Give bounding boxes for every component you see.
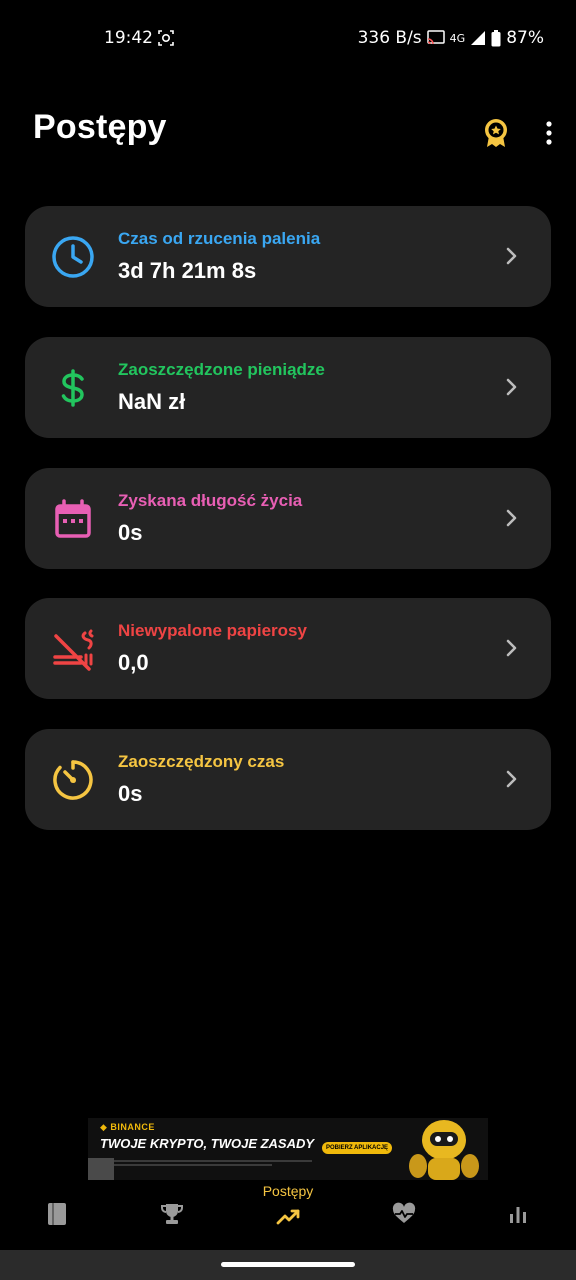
chevron-right-icon bbox=[506, 770, 517, 788]
robot-mascot-icon bbox=[409, 1120, 479, 1180]
calendar-icon bbox=[55, 499, 91, 538]
network-type: 4G bbox=[449, 31, 466, 45]
nav-journal[interactable] bbox=[17, 1180, 97, 1250]
timer-icon bbox=[53, 760, 93, 800]
ad-headline: TWOJE KRYPTO, TWOJE ZASADY bbox=[100, 1136, 315, 1151]
ad-choices-icon[interactable] bbox=[88, 1158, 114, 1180]
signal-icon bbox=[471, 31, 486, 45]
card-value: 0s bbox=[118, 520, 143, 545]
card-value: 0s bbox=[118, 781, 143, 806]
chevron-right-icon bbox=[506, 509, 517, 527]
card-title: Zaoszczędzony czas bbox=[118, 752, 285, 771]
card-life-gained[interactable]: Zyskana długość życia 0s bbox=[25, 468, 551, 569]
chevron-right-icon bbox=[506, 639, 517, 657]
card-value: 0,0 bbox=[118, 650, 149, 675]
card-time-saved[interactable]: Zaoszczędzony czas 0s bbox=[25, 729, 551, 830]
status-indicators: 336 B/s 4G 87% bbox=[358, 28, 544, 48]
card-value: 3d 7h 21m 8s bbox=[118, 258, 257, 283]
no-smoking-icon bbox=[53, 629, 94, 671]
nav-health[interactable] bbox=[364, 1180, 444, 1250]
ad-brand: ◆ BINANCE bbox=[100, 1122, 155, 1132]
home-gesture-bar[interactable] bbox=[221, 1262, 355, 1267]
page-title: Postępy bbox=[33, 108, 167, 146]
journal-icon bbox=[48, 1203, 66, 1225]
health-icon bbox=[392, 1202, 416, 1223]
nav-stats[interactable] bbox=[478, 1180, 558, 1250]
chevron-right-icon bbox=[506, 247, 517, 265]
card-money-saved[interactable]: Zaoszczędzone pieniądze NaN zł bbox=[25, 337, 551, 438]
card-title: Czas od rzucenia palenia bbox=[118, 229, 321, 248]
chevron-right-icon bbox=[506, 378, 517, 396]
net-speed: 336 B/s bbox=[357, 28, 422, 48]
award-badge-icon[interactable] bbox=[482, 118, 510, 148]
gesture-area bbox=[0, 1250, 576, 1280]
ad-banner[interactable]: ◆ BINANCE TWOJE KRYPTO, TWOJE ZASADY POB… bbox=[88, 1118, 488, 1180]
dollar-icon bbox=[61, 369, 84, 407]
stats-icon bbox=[510, 1207, 526, 1223]
card-title: Zyskana długość życia bbox=[118, 491, 303, 510]
bottom-nav: Postępy bbox=[0, 1180, 576, 1250]
status-time: 19:42 bbox=[104, 28, 153, 48]
screen-record-icon bbox=[158, 30, 174, 46]
nav-achievements[interactable] bbox=[132, 1180, 212, 1250]
card-time-since-quit[interactable]: Czas od rzucenia palenia 3d 7h 21m 8s bbox=[25, 206, 551, 307]
status-bar: 19:42 336 B/s 4G 87% bbox=[0, 0, 576, 76]
ad-fine-print bbox=[112, 1158, 312, 1170]
cast-icon bbox=[426, 30, 445, 45]
card-value: NaN zł bbox=[118, 389, 186, 414]
card-title: Zaoszczędzone pieniądze bbox=[118, 360, 325, 379]
ad-cta-button[interactable]: POBIERZ APLIKACJĘ bbox=[322, 1142, 392, 1154]
card-cigarettes-not-smoked[interactable]: Niewypalone papierosy 0,0 bbox=[25, 598, 551, 699]
clock-icon bbox=[52, 236, 94, 278]
card-title: Niewypalone papierosy bbox=[118, 621, 307, 640]
progress-icon bbox=[276, 1209, 300, 1225]
trophy-icon bbox=[161, 1204, 183, 1224]
battery-level: 87% bbox=[506, 28, 544, 48]
more-vertical-icon[interactable] bbox=[538, 119, 560, 147]
battery-icon bbox=[491, 29, 501, 46]
nav-progress-label: Postępy bbox=[262, 1183, 314, 1199]
nav-progress[interactable]: Postępy bbox=[248, 1180, 328, 1250]
